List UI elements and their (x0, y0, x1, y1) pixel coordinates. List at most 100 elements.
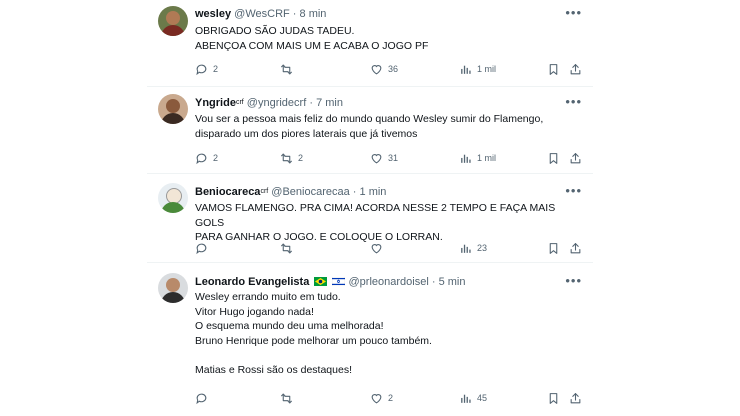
name-superscript: crf (260, 188, 269, 195)
retweet-icon (280, 242, 293, 255)
tweet-text: OBRIGADO SÃO JUDAS TADEU. ABENÇOA COM MA… (195, 25, 429, 52)
reply-count: 2 (213, 153, 219, 163)
reply-count: 2 (213, 64, 219, 74)
tweet-text: Wesley errando muito em tudo. Vitor Hugo… (195, 291, 432, 376)
tweet-actions: 2 45 (195, 391, 585, 405)
tweet-actions: 2 2 31 1 mil (195, 151, 585, 165)
like-icon (370, 152, 383, 165)
tweet-text: VAMOS FLAMENGO. PRA CIMA! ACORDA NESSE 2… (195, 202, 556, 243)
share-icon (569, 63, 582, 76)
like-button[interactable]: 31 (370, 151, 398, 165)
share-button[interactable] (569, 151, 582, 165)
bookmark-button[interactable] (547, 391, 560, 405)
avatar[interactable] (158, 273, 188, 303)
bookmark-icon (547, 392, 560, 405)
tweet[interactable]: Yngridecrf @yngridecrf · 7 min ••• Vou s… (147, 87, 593, 173)
like-count: 2 (388, 393, 394, 403)
reply-icon (195, 242, 208, 255)
like-count: 36 (388, 64, 399, 74)
tweet-text: Vou ser a pessoa mais feliz do mundo qua… (195, 113, 544, 140)
views-button[interactable]: 1 mil (459, 62, 496, 76)
display-name[interactable]: Beniocarecacrf (195, 186, 268, 198)
tweet-actions: 23 (195, 241, 585, 255)
tweet-header: wesley @WesCRF · 8 min (195, 7, 326, 21)
like-button[interactable] (370, 241, 388, 255)
views-icon (459, 152, 472, 165)
tweet[interactable]: wesley @WesCRF · 8 min ••• OBRIGADO SÃO … (147, 0, 593, 86)
views-count: 1 mil (477, 153, 497, 163)
brazil-flag-icon (314, 276, 328, 286)
like-button[interactable]: 36 (370, 62, 398, 76)
share-icon (569, 242, 582, 255)
reply-button[interactable]: 2 (195, 62, 218, 76)
separator: · (309, 97, 313, 109)
views-icon (459, 63, 472, 76)
more-options-icon[interactable]: ••• (565, 184, 582, 197)
views-icon (459, 392, 472, 405)
tweet-header: Beniocarecacrf @Beniocarecaa · 1 min (195, 185, 386, 199)
handle[interactable]: @yngridecrf (247, 97, 306, 109)
reply-button[interactable] (195, 391, 213, 405)
tweet[interactable]: Leonardo Evangelista @prleonardoisel · 5… (147, 263, 593, 413)
timeline: wesley @WesCRF · 8 min ••• OBRIGADO SÃO … (147, 0, 593, 416)
bookmark-button[interactable] (547, 62, 560, 76)
views-button[interactable]: 23 (459, 241, 487, 255)
views-count: 1 mil (477, 64, 497, 74)
bookmark-icon (547, 152, 560, 165)
tweet-actions: 2 36 1 mil (195, 62, 585, 76)
reply-icon (195, 152, 208, 165)
retweet-button[interactable] (280, 391, 298, 405)
retweet-icon (280, 392, 293, 405)
like-icon (370, 242, 383, 255)
avatar[interactable] (158, 183, 188, 213)
bookmark-icon (547, 63, 560, 76)
avatar[interactable] (158, 94, 188, 124)
share-button[interactable] (569, 391, 582, 405)
more-options-icon[interactable]: ••• (565, 6, 582, 19)
bookmark-button[interactable] (547, 241, 560, 255)
timestamp[interactable]: 8 min (300, 8, 327, 20)
separator: · (352, 186, 357, 198)
share-icon (569, 392, 582, 405)
bookmark-button[interactable] (547, 151, 560, 165)
retweet-button[interactable] (280, 62, 298, 76)
views-count: 45 (477, 393, 488, 403)
tweet[interactable]: Beniocarecacrf @Beniocarecaa · 1 min •••… (147, 174, 593, 262)
handle[interactable]: @Beniocarecaa (271, 186, 349, 198)
more-options-icon[interactable]: ••• (565, 95, 582, 108)
separator: · (431, 276, 436, 288)
tweet-header: Leonardo Evangelista @prleonardoisel · 5… (195, 275, 465, 289)
retweet-button[interactable]: 2 (280, 151, 303, 165)
views-button[interactable]: 45 (459, 391, 487, 405)
views-button[interactable]: 1 mil (459, 151, 496, 165)
handle[interactable]: @WesCRF (234, 8, 290, 20)
like-count: 31 (388, 153, 399, 163)
retweet-icon (280, 63, 293, 76)
views-count: 23 (477, 243, 488, 253)
avatar[interactable] (158, 6, 188, 36)
bookmark-icon (547, 242, 560, 255)
timestamp[interactable]: 5 min (439, 276, 466, 288)
more-options-icon[interactable]: ••• (565, 274, 582, 287)
reply-icon (195, 63, 208, 76)
share-button[interactable] (569, 241, 582, 255)
display-name[interactable]: wesley (195, 8, 231, 20)
tweet-header: Yngridecrf @yngridecrf · 7 min (195, 96, 343, 110)
reply-button[interactable]: 2 (195, 151, 218, 165)
handle[interactable]: @prleonardoisel (349, 276, 429, 288)
display-name[interactable]: Leonardo Evangelista (195, 276, 309, 288)
timestamp[interactable]: 1 min (360, 186, 387, 198)
share-button[interactable] (569, 62, 582, 76)
share-icon (569, 152, 582, 165)
reply-icon (195, 392, 208, 405)
display-name[interactable]: Yngridecrf (195, 97, 244, 109)
retweet-icon (280, 152, 293, 165)
timestamp[interactable]: 7 min (316, 97, 343, 109)
like-button[interactable]: 2 (370, 391, 393, 405)
retweet-button[interactable] (280, 241, 298, 255)
like-icon (370, 392, 383, 405)
reply-button[interactable] (195, 241, 213, 255)
views-icon (459, 242, 472, 255)
like-icon (370, 63, 383, 76)
retweet-count: 2 (298, 153, 304, 163)
